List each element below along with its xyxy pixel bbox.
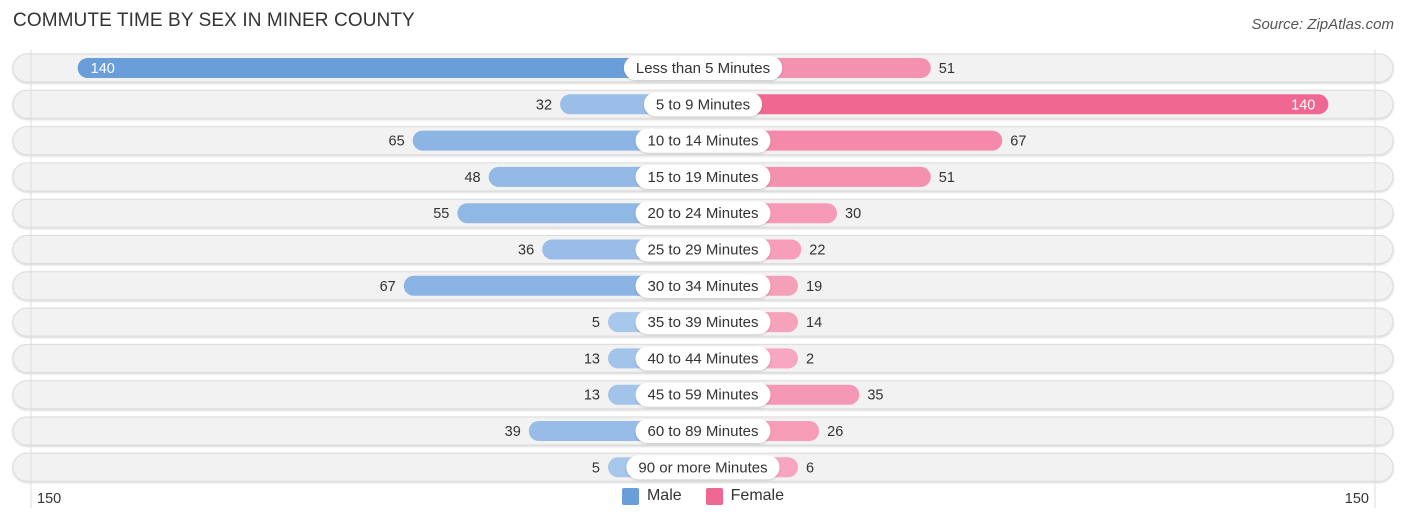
value-label-female: 30 — [845, 206, 861, 222]
chart-row: 10 to 14 Minutes 65 67 — [12, 126, 1394, 156]
value-label-male: 13 — [584, 351, 600, 367]
category-label: 60 to 89 Minutes — [648, 423, 759, 440]
chart-row: 5 to 9 Minutes 32 140 — [12, 89, 1394, 119]
chart-row: 40 to 44 Minutes 13 2 — [12, 343, 1394, 373]
chart-row: 35 to 39 Minutes 5 14 — [12, 307, 1394, 337]
chart-row: 15 to 19 Minutes 48 51 — [12, 162, 1394, 192]
category-label: Less than 5 Minutes — [636, 60, 770, 77]
value-label-male: 13 — [584, 388, 600, 404]
legend-item-male[interactable]: Male — [621, 487, 682, 505]
legend-item-female[interactable]: Female — [705, 487, 785, 505]
value-label-female: 6 — [806, 460, 814, 476]
chart-row: 20 to 24 Minutes 55 30 — [12, 198, 1394, 228]
chart-row: Less than 5 Minutes 140 51 — [12, 53, 1394, 83]
value-label-female: 67 — [1010, 134, 1026, 150]
category-label: 45 to 59 Minutes — [648, 387, 759, 404]
chart-area: Less than 5 Minutes 140 51 5 to 9 Minutes 32… — [12, 50, 1394, 508]
legend: Male Female — [0, 487, 1406, 505]
value-label-female: 22 — [809, 243, 825, 259]
bar-female — [703, 94, 1329, 115]
value-label-male: 67 — [380, 279, 396, 295]
category-label: 90 or more Minutes — [638, 459, 767, 476]
value-label-male: 48 — [464, 170, 480, 186]
category-label: 20 to 24 Minutes — [648, 205, 759, 222]
value-label-female: 140 — [1291, 97, 1315, 113]
legend-label-female: Female — [730, 487, 785, 504]
chart-row: 45 to 59 Minutes 13 35 — [12, 380, 1394, 410]
value-label-male: 55 — [433, 206, 449, 222]
legend-swatch-female — [705, 487, 723, 505]
category-label: 5 to 9 Minutes — [656, 96, 750, 113]
value-label-female: 35 — [867, 388, 883, 404]
chart-row: 90 or more Minutes 5 6 — [12, 452, 1394, 482]
value-label-male: 5 — [592, 460, 600, 476]
category-label: 30 to 34 Minutes — [648, 278, 759, 295]
value-label-male: 32 — [536, 97, 552, 113]
legend-label-male: Male — [646, 487, 682, 504]
value-label-male: 39 — [505, 424, 521, 440]
value-label-male: 5 — [592, 315, 600, 331]
value-label-female: 19 — [806, 279, 822, 295]
value-label-male: 65 — [389, 134, 405, 150]
value-label-male: 140 — [91, 61, 115, 77]
value-label-female: 51 — [939, 170, 955, 186]
value-label-female: 2 — [806, 351, 814, 367]
value-label-female: 26 — [827, 424, 843, 440]
category-label: 25 to 29 Minutes — [648, 242, 759, 259]
category-label: 40 to 44 Minutes — [648, 350, 759, 367]
value-label-female: 51 — [939, 61, 955, 77]
bar-male — [77, 58, 703, 78]
legend-swatch-male — [621, 487, 639, 505]
chart-row: 30 to 34 Minutes 67 19 — [12, 271, 1394, 301]
chart-row: 25 to 29 Minutes 36 22 — [12, 235, 1394, 264]
chart-row: 60 to 89 Minutes 39 26 — [12, 416, 1394, 446]
value-label-female: 14 — [806, 315, 822, 331]
category-label: 35 to 39 Minutes — [648, 314, 759, 331]
category-label: 10 to 14 Minutes — [648, 133, 759, 150]
category-label: 15 to 19 Minutes — [648, 169, 759, 186]
value-label-male: 36 — [518, 243, 534, 259]
